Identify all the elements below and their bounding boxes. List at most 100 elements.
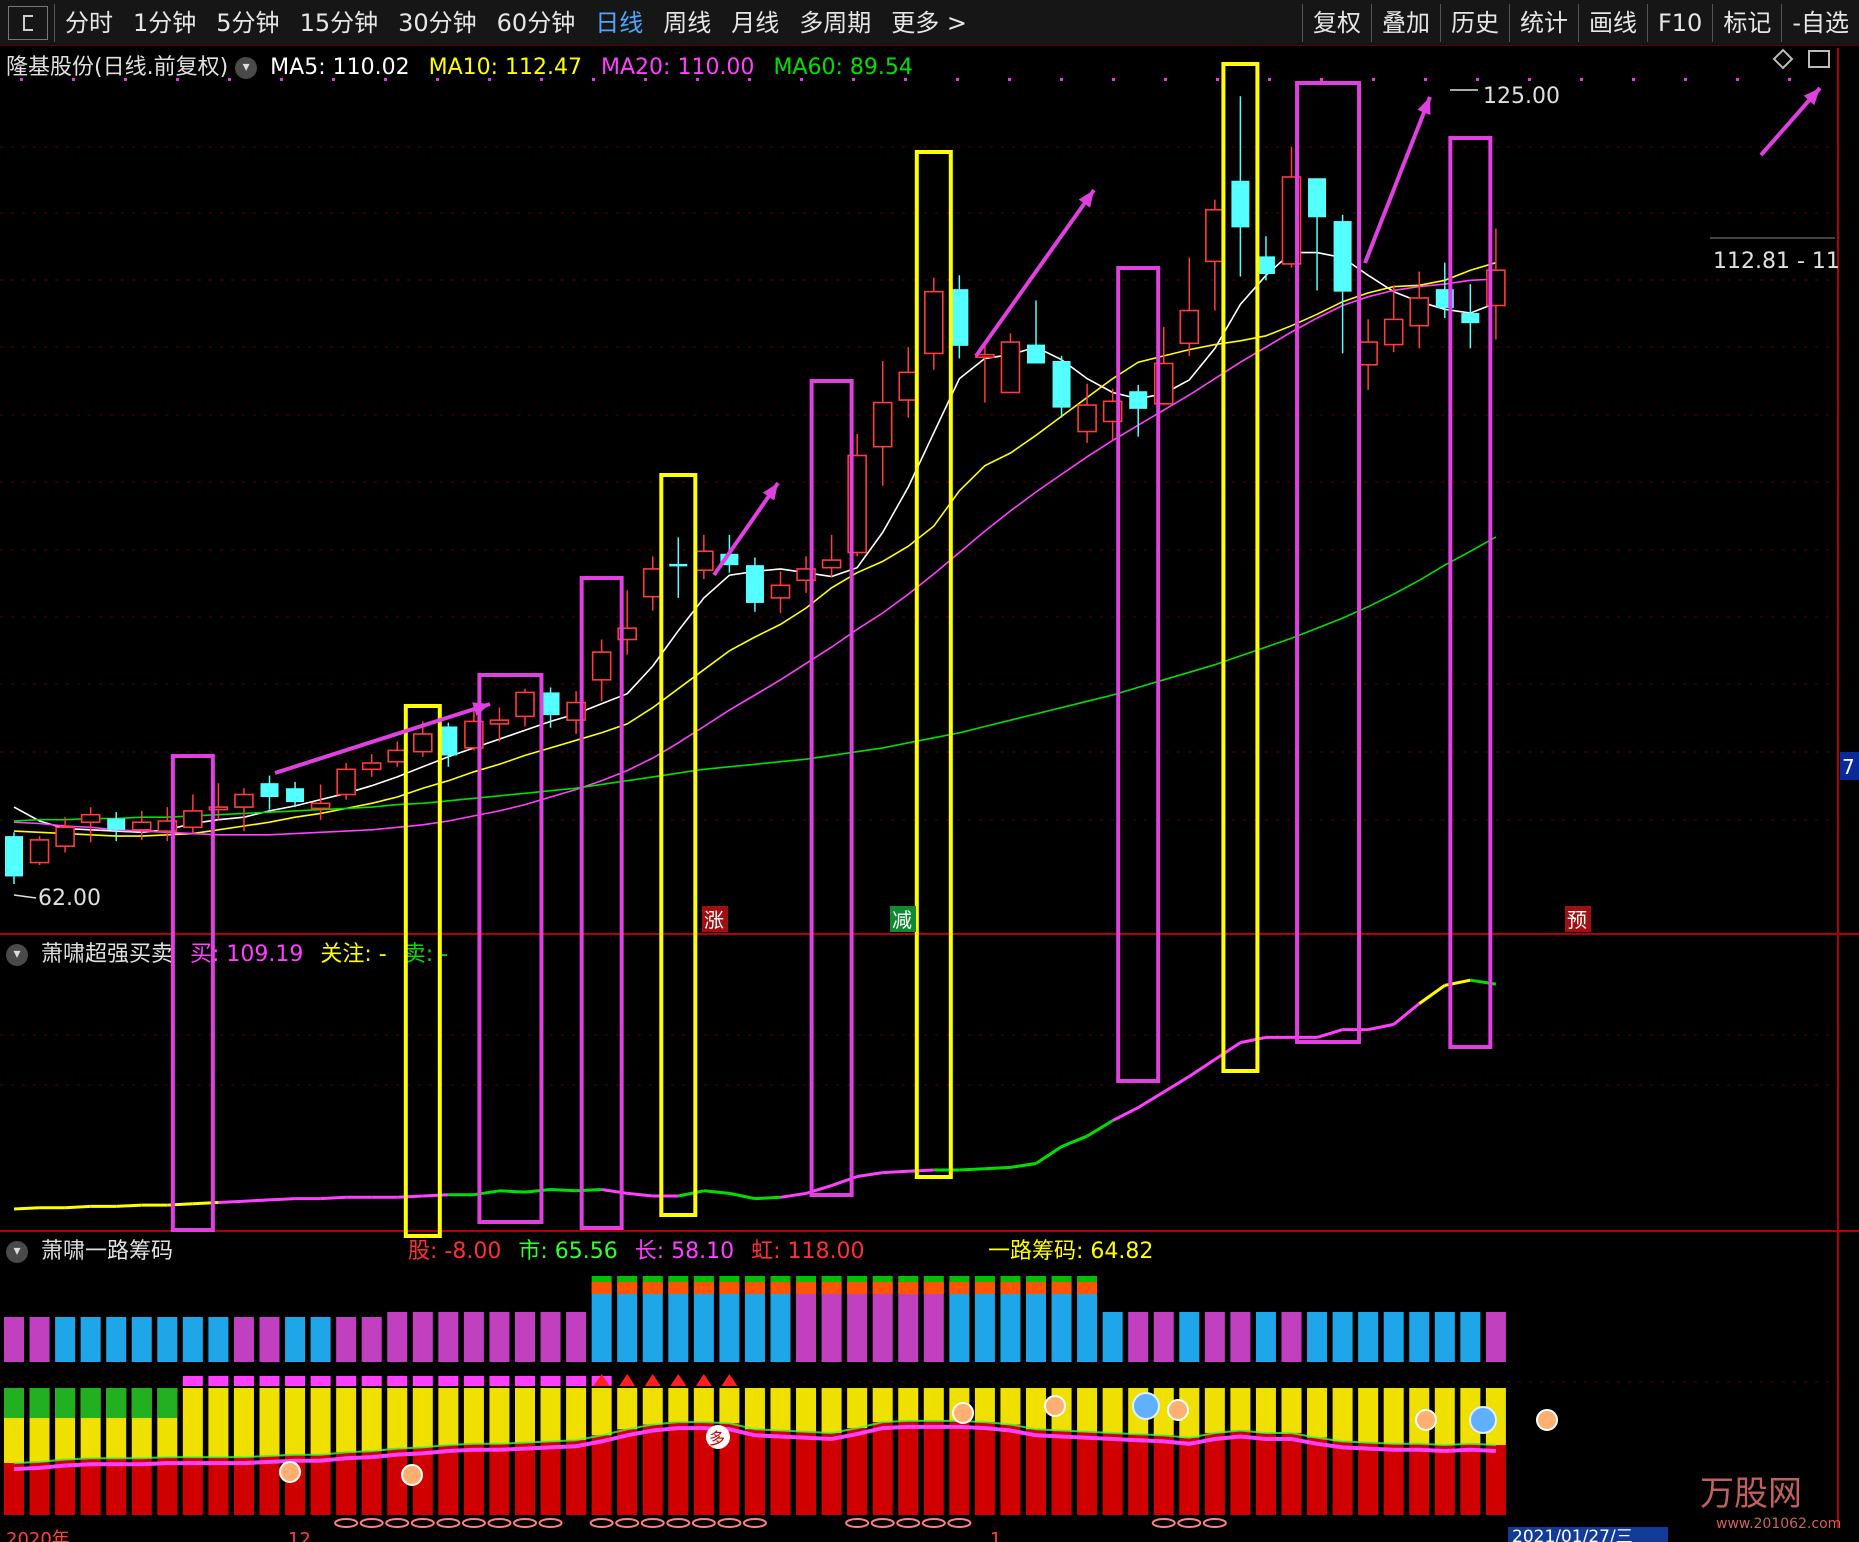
hand-pointer-icon [1167, 1399, 1189, 1421]
buy-line-seg [1214, 1041, 1242, 1061]
top-dot [124, 78, 127, 81]
buy-line-seg [524, 1188, 551, 1194]
upper-chip-bar [131, 1317, 152, 1362]
lower-chip-red [336, 1452, 357, 1515]
kline-chart[interactable]: 125.00 62.00 112.81 - 11 7 涨 减 预多 2020年 12 1 2021/… [0, 0, 1859, 1542]
upper-chip-cap [872, 1282, 893, 1294]
footer-ring [947, 1518, 972, 1528]
buy-line-seg [959, 1167, 985, 1172]
trend-arrow [1363, 96, 1432, 264]
lower-chip-red [1051, 1430, 1072, 1515]
sub2-bars [4, 1276, 1506, 1515]
buy-line-seg [703, 1189, 730, 1195]
candle-body [694, 550, 714, 571]
buy-line-seg [1111, 1106, 1139, 1122]
candle-body [29, 839, 50, 864]
candle-body [412, 733, 433, 753]
up-arrow-marker [644, 1374, 661, 1386]
lower-chip-red [4, 1463, 24, 1515]
upper-chip-bar [106, 1317, 127, 1362]
upper-chip-bar [310, 1317, 331, 1362]
upper-chip-cap [668, 1282, 689, 1294]
upper-chip-cap [1000, 1276, 1021, 1282]
top-dot [1580, 78, 1583, 81]
upper-chip-bar [540, 1312, 561, 1362]
top-dot [852, 78, 855, 81]
footer-date-left: 2020年 [6, 1529, 70, 1542]
buy-line-seg [499, 1189, 526, 1194]
top-dot [20, 78, 23, 81]
candle-body [541, 692, 560, 716]
buy-line-seg [116, 1203, 142, 1208]
top-dot [488, 78, 491, 81]
upper-chip-cap [1051, 1276, 1072, 1282]
upper-chip-bar [1281, 1312, 1302, 1362]
candles [5, 96, 1506, 884]
lower-chip-red [1077, 1431, 1098, 1515]
top-dot [1112, 78, 1115, 81]
overlays [170, 62, 1822, 1238]
lower-chip-red [770, 1430, 791, 1515]
lower-chip-red [821, 1432, 842, 1515]
top-dot [1684, 78, 1687, 81]
upper-chip-cap [770, 1276, 791, 1282]
diamond-icon [1772, 48, 1794, 70]
lower-chip-yellow [285, 1388, 306, 1455]
watermark-site: www.201062.com [1716, 1516, 1841, 1532]
upper-chip-bar [157, 1317, 178, 1362]
lower-chip-pink [412, 1376, 433, 1386]
upper-chip-cap [847, 1276, 868, 1282]
lower-chip-green [131, 1388, 152, 1418]
lower-chip-red [1409, 1443, 1430, 1515]
candle-body [310, 802, 331, 810]
top-dot [176, 78, 179, 81]
lower-chip-pink [336, 1376, 357, 1386]
top-dot [1632, 78, 1635, 81]
up-arrow-marker [619, 1374, 636, 1386]
hand-pointer-icon [1536, 1409, 1558, 1431]
lower-chip-red [872, 1422, 893, 1515]
top-dot [436, 78, 439, 81]
upper-chip-cap [617, 1276, 638, 1282]
lower-chip-red [259, 1455, 280, 1515]
lower-chip-red [80, 1458, 101, 1515]
upper-chip-cap [974, 1276, 995, 1282]
upper-chip-bar [1255, 1312, 1276, 1362]
lower-chip-red [923, 1420, 944, 1515]
footer-ring [870, 1518, 895, 1528]
lower-chip-yellow [1026, 1388, 1046, 1430]
upper-chip-cap [1051, 1282, 1072, 1294]
candle-body [1461, 313, 1480, 324]
lower-chip-yellow [336, 1388, 357, 1453]
lower-chip-red [1000, 1424, 1021, 1515]
upper-chip-bar [463, 1312, 484, 1362]
upper-chip-cap [974, 1282, 995, 1294]
lower-chip-green [55, 1388, 76, 1418]
upper-chip-bar [233, 1317, 254, 1362]
footer-ring [410, 1518, 435, 1528]
lower-chip-red [566, 1440, 587, 1515]
candle-body [1052, 360, 1071, 408]
lower-chip-green [29, 1388, 50, 1418]
hand-pointer-icon [401, 1464, 423, 1486]
upper-chip-bar [515, 1312, 535, 1362]
footer-ring [513, 1518, 537, 1528]
top-dot [748, 78, 751, 81]
up-arrow-marker [695, 1374, 712, 1386]
buy-line-seg [243, 1198, 270, 1203]
lower-chip-pink [208, 1376, 229, 1386]
lower-chip-yellow [796, 1388, 817, 1432]
ma-line-ma10 [13, 261, 1497, 837]
top-dot [1216, 78, 1219, 81]
lower-chip-red [1204, 1432, 1225, 1515]
upper-chip-bar [208, 1317, 229, 1362]
lower-chip-red [182, 1457, 203, 1515]
upper-chip-cap [821, 1282, 842, 1294]
buy-line-seg [780, 1191, 807, 1199]
buy-line-seg [678, 1189, 705, 1198]
candle-body [821, 559, 842, 569]
lower-chip-yellow [872, 1388, 893, 1423]
signal-marker-text: 减 [892, 908, 912, 932]
lower-chip-yellow [566, 1388, 587, 1441]
lower-chip-yellow [821, 1388, 842, 1433]
